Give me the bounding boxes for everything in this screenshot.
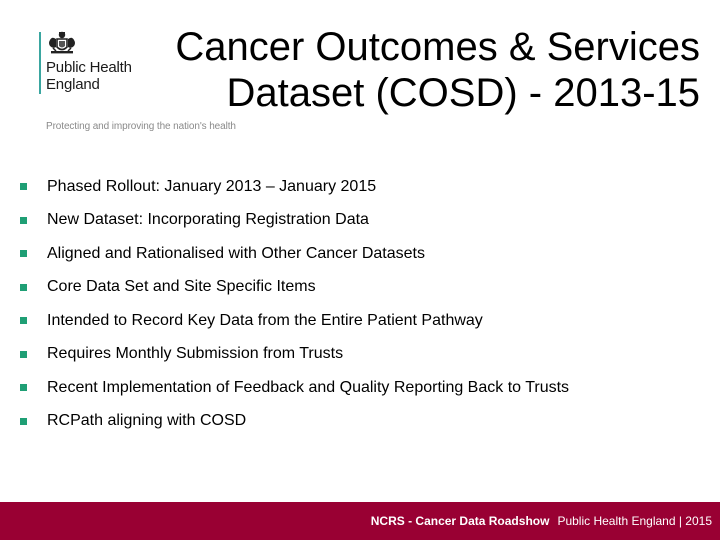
slide-title-line1: Cancer Outcomes & Services	[175, 25, 700, 69]
footer-organisation-year: Public Health England | 2015	[557, 514, 712, 528]
bullet-text: RCPath aligning with COSD	[47, 412, 247, 430]
square-bullet-icon	[20, 417, 27, 425]
square-bullet-icon	[20, 250, 27, 258]
bullet-text: Phased Rollout: January 2013 – January 2…	[47, 177, 377, 195]
bullet-text: Aligned and Rationalised with Other Canc…	[47, 244, 425, 262]
bullet-text: Requires Monthly Submission from Trusts	[47, 345, 344, 363]
organisation-name-line2: England	[46, 76, 100, 93]
square-bullet-icon	[20, 216, 27, 224]
footer-bar: NCRS - Cancer Data Roadshow Public Health…	[0, 502, 720, 540]
bullet-text: Core Data Set and Site Specific Items	[47, 278, 316, 296]
bullet-text: New Dataset: Incorporating Registration …	[47, 211, 369, 229]
footer-event: NCRS - Cancer Data Roadshow	[370, 514, 550, 528]
square-bullet-icon	[20, 183, 27, 191]
slide-title: Cancer Outcomes & Services Dataset (COSD…	[160, 24, 700, 116]
square-bullet-icon	[20, 350, 27, 358]
footer-text: NCRS - Cancer Data Roadshow Public Health…	[371, 514, 712, 528]
royal-crest-icon	[49, 31, 75, 54]
slide-title-line2: Dataset (COSD) - 2013-15	[226, 71, 700, 115]
logo-tagline: Protecting and improving the nation's he…	[46, 121, 236, 132]
square-bullet-icon	[20, 317, 27, 325]
slide: Public Health England Protecting and imp…	[0, 0, 720, 540]
logo-rule	[39, 32, 41, 94]
bullet-text: Intended to Record Key Data from the Ent…	[47, 311, 483, 329]
square-bullet-icon	[20, 283, 27, 291]
square-bullet-icon	[20, 384, 27, 392]
bullet-text: Recent Implementation of Feedback and Qu…	[47, 378, 570, 396]
phe-logo: Public Health England	[39, 30, 169, 100]
organisation-name: Public Health England	[46, 59, 132, 93]
organisation-name-line1: Public Health	[46, 59, 132, 76]
